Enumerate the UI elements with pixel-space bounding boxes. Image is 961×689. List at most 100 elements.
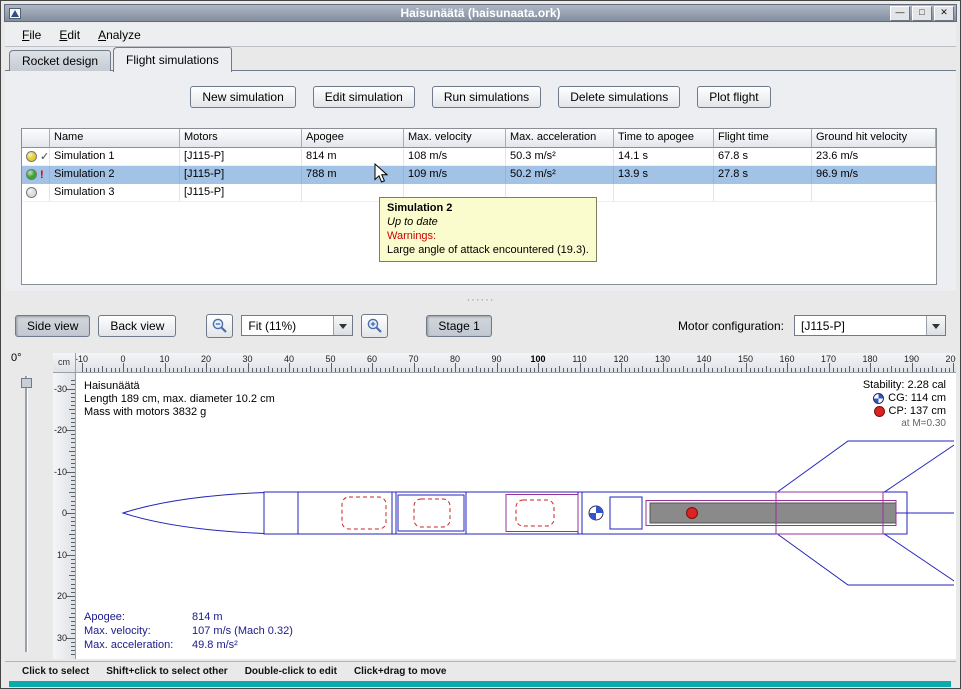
split-pane-divider[interactable]	[5, 290, 956, 303]
max-acceleration-label: Max. acceleration:	[84, 639, 192, 651]
zoom-out-button[interactable]	[206, 314, 233, 338]
ruler-label: 200	[945, 354, 956, 364]
ruler-tick	[791, 368, 792, 372]
column-header-motors[interactable]: Motors	[180, 129, 302, 148]
column-header-flight-time[interactable]: Flight time	[714, 129, 812, 148]
ruler-tick	[609, 368, 610, 372]
close-button[interactable]: ✕	[934, 6, 954, 21]
ruler-tick	[206, 363, 207, 372]
back-view-button[interactable]: Back view	[98, 315, 176, 337]
chevron-down-icon	[333, 316, 352, 335]
status-hint: Click to select	[22, 666, 89, 677]
column-header-max-acceleration[interactable]: Max. acceleration	[506, 129, 614, 148]
zoom-select[interactable]: Fit (11%)	[241, 315, 353, 336]
ruler-tick	[156, 368, 157, 372]
run-simulations-button[interactable]: Run simulations	[432, 86, 541, 108]
cell-max-acceleration: 50.3 m/s²	[506, 148, 614, 166]
side-view-button[interactable]: Side view	[15, 315, 90, 337]
ruler-tick	[816, 368, 817, 372]
ruler-tick	[692, 368, 693, 372]
edit-simulation-button[interactable]: Edit simulation	[313, 86, 415, 108]
column-header-name[interactable]: Name	[50, 129, 180, 148]
maximize-button[interactable]: □	[912, 6, 932, 21]
cell-motors: [J115-P]	[180, 184, 302, 202]
ruler-tick	[144, 366, 145, 372]
rocket-canvas[interactable]: Haisunäätä Length 189 cm, max. diameter …	[76, 373, 956, 659]
status-cell	[22, 184, 50, 202]
cell-max-acceleration: 50.2 m/s²	[506, 166, 614, 184]
ruler-label: 70	[408, 354, 418, 364]
column-header-max-velocity[interactable]: Max. velocity	[404, 129, 506, 148]
tab-flight-simulations[interactable]: Flight simulations	[113, 47, 232, 72]
column-header-time-to-apogee[interactable]: Time to apogee	[614, 129, 714, 148]
table-row[interactable]: !Simulation 2[J115-P]788 m109 m/s50.2 m/…	[22, 166, 936, 184]
ruler-tick	[696, 368, 697, 372]
zoom-in-button[interactable]	[361, 314, 388, 338]
tooltip-warning-text: Large angle of attack encountered (19.3)…	[387, 243, 589, 257]
cell-max-velocity: 108 m/s	[404, 148, 506, 166]
ruler-tick	[779, 368, 780, 372]
ruler-tick	[71, 654, 75, 655]
ruler-tick	[71, 509, 75, 510]
ruler-tick	[575, 368, 576, 372]
ruler-tick	[71, 584, 75, 585]
tab-rocket-design[interactable]: Rocket design	[9, 50, 111, 71]
rotation-slider-thumb[interactable]	[21, 378, 32, 388]
ruler-tick	[912, 363, 913, 372]
ruler-tick	[766, 366, 767, 372]
menu-item-edit[interactable]: Edit	[50, 26, 89, 44]
cell-time-to-apogee: 14.1 s	[614, 148, 714, 166]
menu-item-file[interactable]: File	[13, 26, 50, 44]
ruler-label: 120	[613, 354, 628, 364]
ruler-tick	[729, 368, 730, 372]
ruler-tick	[907, 368, 908, 372]
column-header-status[interactable]	[22, 129, 50, 148]
rotation-slider[interactable]	[21, 376, 30, 652]
ruler-tick	[397, 368, 398, 372]
new-simulation-button[interactable]: New simulation	[190, 86, 295, 108]
ruler-tick	[66, 430, 75, 431]
column-header-ground-hit-velocity[interactable]: Ground hit velocity	[812, 129, 936, 148]
ruler-tick	[663, 363, 664, 372]
tooltip-title: Simulation 2	[387, 201, 589, 215]
ruler-tick	[152, 368, 153, 372]
stage-1-button[interactable]: Stage 1	[426, 315, 491, 337]
ruler-tick	[770, 368, 771, 372]
ruler-tick	[326, 368, 327, 372]
rocket-info: Haisunäätä Length 189 cm, max. diameter …	[84, 380, 275, 419]
column-header-apogee[interactable]: Apogee	[302, 129, 404, 148]
ruler-tick	[181, 368, 182, 372]
ruler-tick	[218, 368, 219, 372]
ruler-label: 140	[696, 354, 711, 364]
ruler-tick	[824, 368, 825, 372]
ruler-tick	[903, 368, 904, 372]
ruler-tick	[455, 363, 456, 372]
cell-name: Simulation 1	[50, 148, 180, 166]
ruler-tick	[853, 368, 854, 372]
ruler-tick	[127, 368, 128, 372]
ruler-tick	[256, 368, 257, 372]
flight-info: Apogee: 814 m Max. velocity: 107 m/s (Ma…	[84, 611, 293, 651]
rocket-view-panel: Side view Back view Fit (11%)	[5, 303, 956, 661]
delete-simulations-button[interactable]: Delete simulations	[558, 86, 680, 108]
max-velocity-value: 107 m/s (Mach 0.32)	[192, 625, 293, 637]
ruler-tick	[733, 368, 734, 372]
ruler-tick	[66, 472, 75, 473]
minimize-button[interactable]: —	[890, 6, 910, 21]
ruler-tick	[600, 366, 601, 372]
ruler-tick	[808, 366, 809, 372]
ruler-tick	[845, 368, 846, 372]
plot-flight-button[interactable]: Plot flight	[697, 86, 770, 108]
ruler-tick	[306, 368, 307, 372]
ruler-label: 50	[325, 354, 335, 364]
motor-configuration-select[interactable]: [J115-P]	[794, 315, 946, 336]
ruler-tick	[123, 363, 124, 372]
ruler-tick	[538, 363, 539, 372]
menu-item-analyze[interactable]: Analyze	[89, 26, 150, 44]
window-menu-icon[interactable]	[9, 8, 21, 19]
ruler-tick	[629, 368, 630, 372]
cg-marker	[589, 506, 603, 520]
ruler-tick	[69, 409, 75, 410]
gray-status-icon	[26, 187, 37, 198]
table-row[interactable]: ✓Simulation 1[J115-P]814 m108 m/s50.3 m/…	[22, 148, 936, 166]
